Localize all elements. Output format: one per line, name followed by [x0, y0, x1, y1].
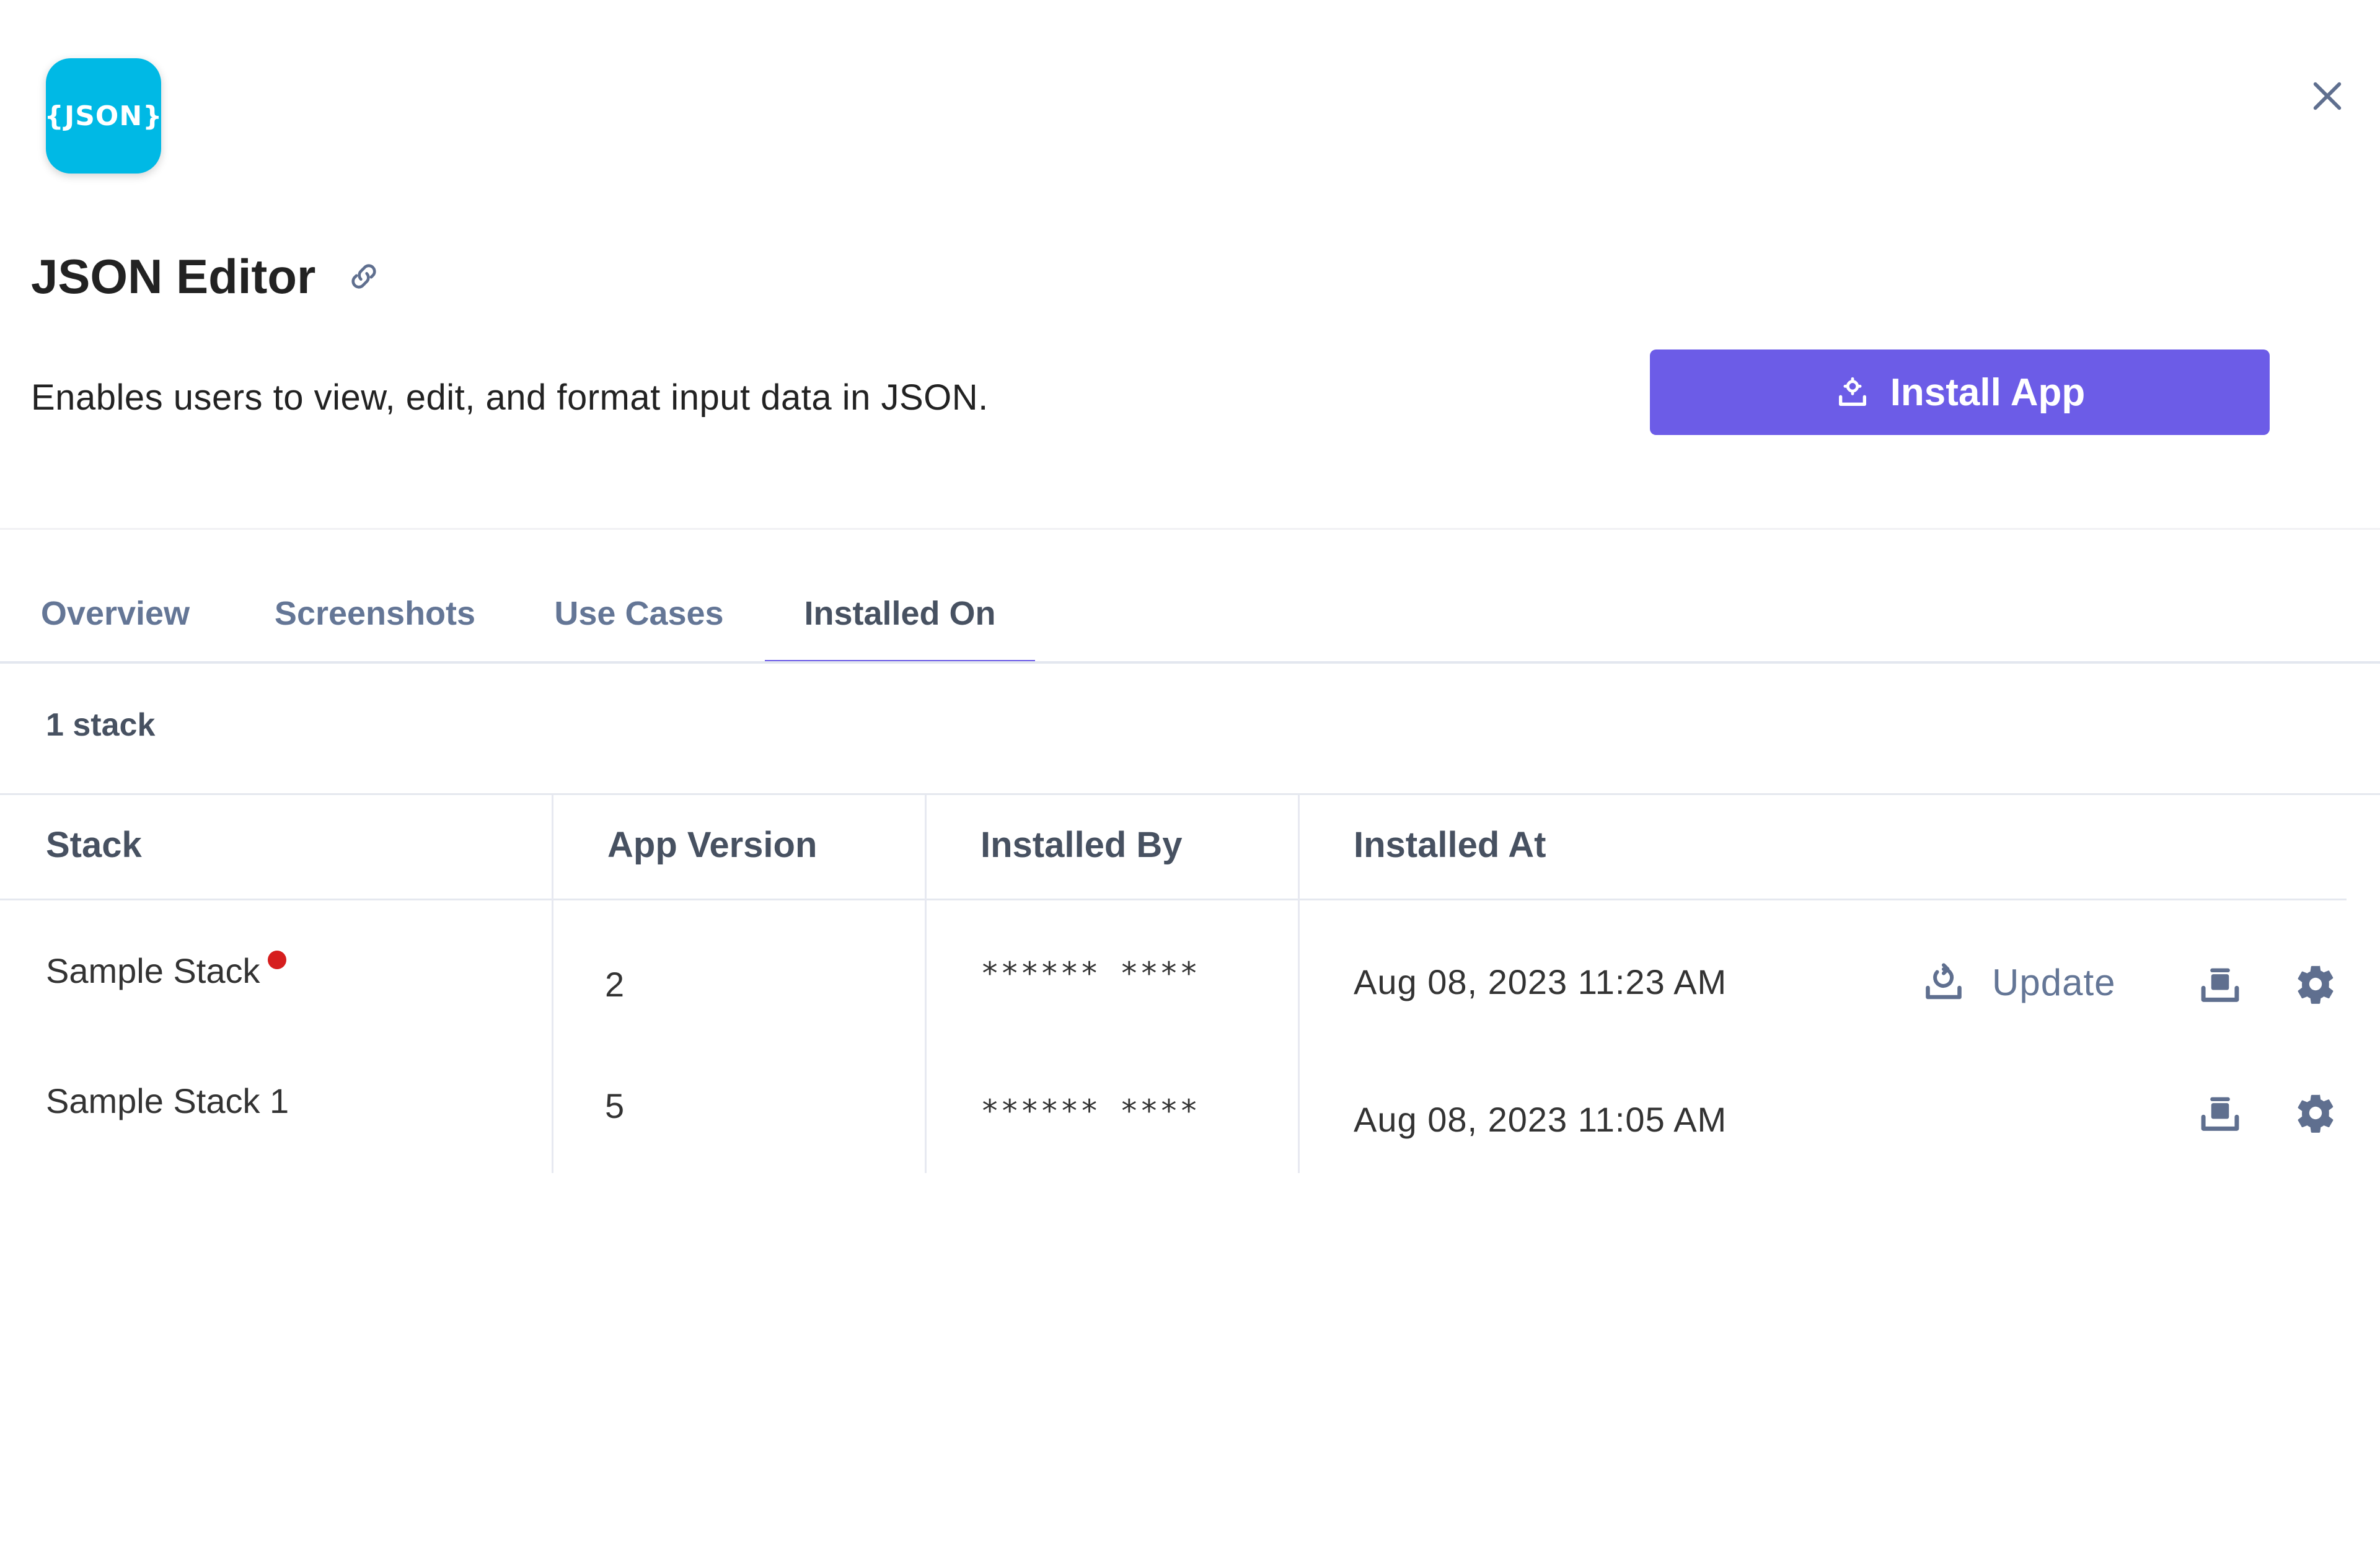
install-app-label: Install App: [1890, 371, 2086, 414]
settings-button[interactable]: [2291, 959, 2340, 1009]
table-header-border: [0, 899, 2347, 900]
app-logo: {JSON}: [44, 58, 163, 174]
close-button[interactable]: [2307, 76, 2348, 116]
title-row: JSON Editor: [31, 245, 384, 307]
installed-by-cell: ****** ****: [981, 956, 1200, 991]
gear-icon: [2298, 1094, 2334, 1133]
tab-bar: Overview Screenshots Use Cases Installed…: [0, 564, 2380, 663]
page-title: JSON Editor: [31, 248, 316, 304]
column-divider: [925, 795, 927, 1173]
app-logo-text: {JSON}: [44, 100, 163, 132]
alert-dot: [267, 951, 286, 969]
close-icon: [2313, 82, 2342, 110]
install-icon: [1835, 374, 1872, 411]
uninstall-icon: [2201, 968, 2239, 1002]
column-divider: [1298, 795, 1300, 1173]
stack-name-cell[interactable]: Sample Stack 1: [46, 1081, 289, 1121]
app-description: Enables users to view, edit, and format …: [31, 377, 989, 418]
installed-by-cell: ****** ****: [981, 1093, 1200, 1129]
update-button[interactable]: Update: [1921, 954, 2115, 1010]
app-version-cell: 5: [605, 1086, 625, 1125]
install-app-button[interactable]: Install App: [1650, 349, 2270, 435]
tab-screenshots[interactable]: Screenshots: [260, 564, 490, 663]
tab-overview[interactable]: Overview: [22, 564, 208, 663]
stack-name-cell[interactable]: Sample Stack: [46, 951, 286, 991]
column-header-stack[interactable]: Stack: [46, 824, 142, 866]
uninstall-button[interactable]: [2195, 1088, 2245, 1138]
header-divider: [0, 528, 2380, 530]
uninstall-icon: [2201, 1097, 2239, 1131]
column-divider: [552, 795, 553, 1173]
gear-icon: [2298, 965, 2334, 1004]
app-version-cell: 2: [605, 965, 625, 1004]
copy-link-button[interactable]: [346, 258, 384, 295]
stack-count: 1 stack: [46, 707, 156, 743]
tabs-border: [0, 661, 2380, 664]
update-label: Update: [1992, 961, 2116, 1003]
column-header-installed-by[interactable]: Installed By: [981, 824, 1183, 866]
link-icon: [351, 264, 376, 289]
installed-at-cell: Aug 08, 2023 11:23 AM: [1354, 962, 1727, 1001]
stack-name: Sample Stack 1: [46, 1081, 289, 1120]
table-top-border: [0, 793, 2380, 795]
column-header-app-version[interactable]: App Version: [607, 824, 817, 866]
settings-button[interactable]: [2291, 1088, 2340, 1138]
column-header-installed-at[interactable]: Installed At: [1354, 824, 1546, 866]
stack-name: Sample Stack: [46, 951, 260, 990]
tab-use-cases[interactable]: Use Cases: [543, 564, 735, 663]
update-icon: [1921, 959, 1967, 1005]
uninstall-button[interactable]: [2195, 959, 2245, 1009]
tab-installed-on[interactable]: Installed On: [765, 564, 1035, 663]
installed-at-cell: Aug 08, 2023 11:05 AM: [1354, 1100, 1727, 1139]
